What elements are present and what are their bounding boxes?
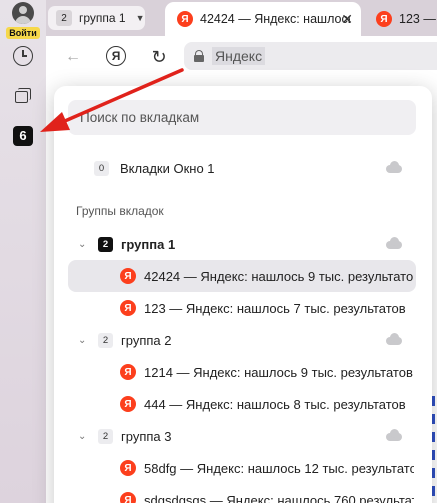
cloud-sync-icon[interactable] bbox=[386, 429, 402, 441]
tab-group-chip[interactable]: 2 группа 1 ▼ bbox=[48, 6, 145, 30]
yandex-home-icon[interactable]: Я bbox=[106, 46, 126, 66]
yandex-favicon-icon: Я bbox=[120, 460, 136, 476]
reload-icon[interactable]: ↻ bbox=[148, 46, 170, 68]
tab-inactive[interactable]: Я 123 — bbox=[366, 2, 437, 36]
tab-strip: 2 группа 1 ▼ Я 42424 — Яндекс: нашлось ✕… bbox=[46, 0, 437, 36]
chevron-down-icon[interactable]: ⌄ bbox=[78, 239, 88, 250]
group-count-badge: 2 bbox=[98, 236, 113, 252]
tab-search-panel: 0 Вкладки Окно 1 Группы вкладок ⌄ 2 груп… bbox=[54, 86, 432, 503]
group-row[interactable]: ⌄ 2 группа 2 bbox=[68, 324, 416, 356]
chevron-down-icon[interactable]: ⌄ bbox=[78, 431, 88, 442]
tab-item-label: 1214 — Яндекс: нашлось 9 тыс. результато… bbox=[144, 364, 413, 380]
yandex-favicon-icon: Я bbox=[120, 268, 136, 284]
group-count-badge: 2 bbox=[98, 332, 113, 348]
group-row[interactable]: ⌄ 2 группа 1 bbox=[68, 228, 416, 260]
toolbar: ← Я ↻ Яндекс bbox=[46, 36, 437, 76]
window-row[interactable]: 0 Вкладки Окно 1 bbox=[68, 152, 416, 184]
chevron-down-icon[interactable]: ⌄ bbox=[78, 335, 88, 346]
list-item[interactable]: Я 42424 — Яндекс: нашлось 9 тыс. результ… bbox=[68, 260, 416, 292]
tab-item-label: sdgsdgsgs — Яндекс: нашлось 760 результа… bbox=[144, 492, 414, 503]
yandex-favicon-icon: Я bbox=[120, 300, 136, 316]
group-label: группа 2 bbox=[121, 332, 172, 348]
group-row[interactable]: ⌄ 2 группа 3 bbox=[68, 420, 416, 452]
login-label: Войти bbox=[6, 27, 40, 39]
yandex-favicon-icon: Я bbox=[177, 11, 193, 27]
close-icon[interactable]: ✕ bbox=[341, 11, 353, 28]
tab-item-label: 123 — Яндекс: нашлось 7 тыс. результатов bbox=[144, 300, 406, 316]
list-item[interactable]: Я 123 — Яндекс: нашлось 7 тыс. результат… bbox=[68, 292, 416, 324]
list-item[interactable]: Я 58dfg — Яндекс: нашлось 12 тыс. резуль… bbox=[68, 452, 416, 484]
lock-icon bbox=[194, 50, 204, 62]
search-tabs-input[interactable] bbox=[68, 100, 416, 135]
back-arrow-icon[interactable]: ← bbox=[62, 46, 84, 68]
side-panel: Войти 6 bbox=[0, 0, 46, 503]
list-item[interactable]: Я sdgsdgsgs — Яндекс: нашлось 760 резуль… bbox=[68, 484, 416, 503]
chevron-down-icon: ▼ bbox=[135, 13, 145, 23]
tab-item-label: 444 — Яндекс: нашлось 8 тыс. результатов bbox=[144, 396, 406, 412]
yandex-favicon-icon: Я bbox=[120, 364, 136, 380]
tab-title: 123 — bbox=[399, 12, 436, 26]
avatar-icon bbox=[12, 2, 34, 24]
collections-icon[interactable] bbox=[13, 86, 33, 106]
yandex-favicon-icon: Я bbox=[376, 11, 392, 27]
tab-item-label: 58dfg — Яндекс: нашлось 12 тыс. результа… bbox=[144, 460, 414, 476]
tab-title: 42424 — Яндекс: нашлось bbox=[200, 12, 350, 26]
tab-count-button[interactable]: 6 bbox=[13, 126, 33, 146]
address-bar[interactable]: Яндекс bbox=[184, 42, 437, 70]
window-label: Вкладки Окно 1 bbox=[120, 160, 215, 176]
tab-active[interactable]: Я 42424 — Яндекс: нашлось ✕ bbox=[165, 2, 361, 36]
history-clock-icon[interactable] bbox=[13, 46, 33, 66]
group-label: группа 1 bbox=[121, 236, 176, 252]
list-item[interactable]: Я 1214 — Яндекс: нашлось 9 тыс. результа… bbox=[68, 356, 416, 388]
window-count-badge: 0 bbox=[94, 160, 109, 176]
group-chip-label: группа 1 bbox=[79, 11, 126, 25]
cloud-sync-icon[interactable] bbox=[386, 237, 402, 249]
profile-button[interactable]: Войти bbox=[6, 2, 40, 39]
address-text: Яндекс bbox=[212, 47, 266, 65]
yandex-favicon-icon: Я bbox=[120, 492, 136, 503]
group-label: группа 3 bbox=[121, 428, 172, 444]
groups-section-title: Группы вкладок bbox=[76, 204, 164, 218]
group-count-badge: 2 bbox=[56, 10, 72, 26]
cloud-sync-icon[interactable] bbox=[386, 333, 402, 345]
list-item[interactable]: Я 444 — Яндекс: нашлось 8 тыс. результат… bbox=[68, 388, 416, 420]
cloud-sync-icon[interactable] bbox=[386, 161, 402, 173]
group-count-badge: 2 bbox=[98, 428, 113, 444]
tab-item-label: 42424 — Яндекс: нашлось 9 тыс. результат… bbox=[144, 268, 414, 284]
yandex-favicon-icon: Я bbox=[120, 396, 136, 412]
